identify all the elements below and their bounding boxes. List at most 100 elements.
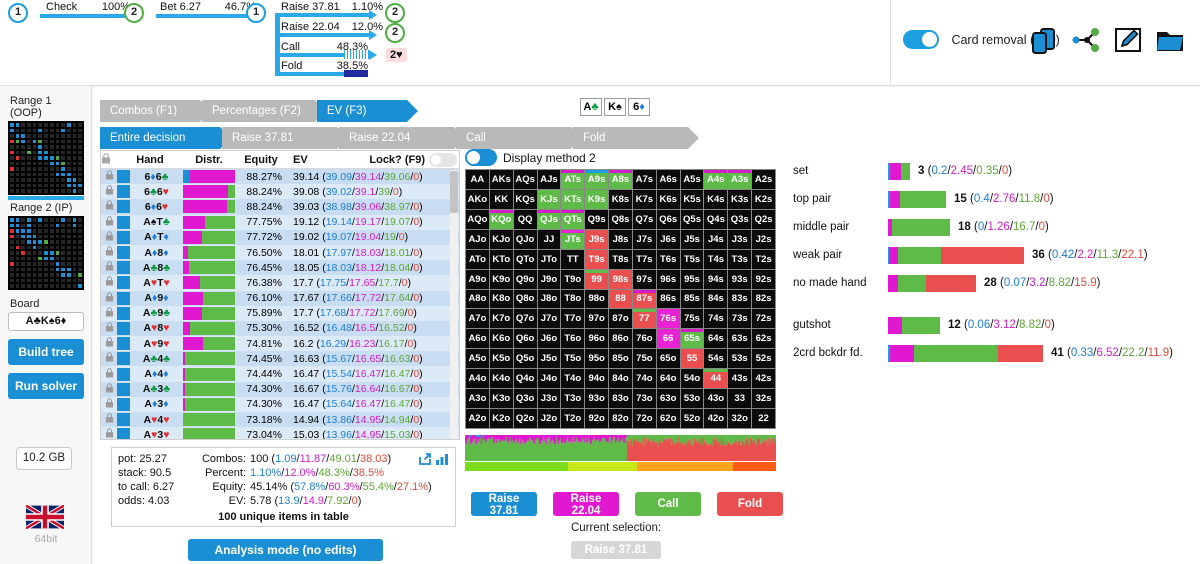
matrix-cell[interactable]: Q3o: [513, 389, 537, 409]
range2-matrix-preview[interactable]: [8, 216, 84, 290]
matrix-cell[interactable]: J9o: [537, 269, 561, 289]
table-row[interactable]: 6♣6♥ 88.24% 39.08 (39.02/39.1/39/0): [101, 184, 459, 200]
matrix-cell[interactable]: 53s: [728, 349, 752, 369]
row-lock-icon[interactable]: [101, 307, 117, 320]
matrix-cell[interactable]: KTs: [561, 189, 585, 209]
matrix-cell[interactable]: 65s: [680, 329, 704, 349]
tree-node-player1-root[interactable]: 1: [8, 3, 28, 23]
tree-node-player1-decision[interactable]: 1: [246, 3, 266, 23]
matrix-cell[interactable]: J9s: [585, 229, 609, 249]
matrix-cell[interactable]: K4s: [704, 189, 728, 209]
matrix-cell[interactable]: 85o: [609, 349, 632, 369]
table-row[interactable]: A♦T♦ 77.72% 19.02 (19.07/19.04/19/0): [101, 229, 459, 245]
matrix-cell[interactable]: 75s: [680, 309, 704, 329]
matrix-cell[interactable]: 52o: [680, 409, 704, 428]
matrix-cell[interactable]: KK: [489, 189, 513, 209]
matrix-cell[interactable]: T9o: [561, 269, 585, 289]
tree-edge-bet-label[interactable]: Bet 6.27: [160, 1, 201, 13]
matrix-cell[interactable]: J2s: [752, 229, 775, 249]
matrix-cell[interactable]: 93s: [728, 269, 752, 289]
matrix-cell[interactable]: 98s: [609, 269, 632, 289]
matrix-cell[interactable]: 95s: [680, 269, 704, 289]
table-row[interactable]: A♥4♥ 73.18% 14.94 (13.86/14.95/14.94/0): [101, 412, 459, 428]
matrix-cell[interactable]: 97s: [632, 269, 656, 289]
matrix-cell[interactable]: 97o: [585, 309, 609, 329]
matrix-cell[interactable]: K7o: [489, 309, 513, 329]
row-lock-icon[interactable]: [101, 215, 117, 229]
matrix-cell[interactable]: 73o: [632, 389, 656, 409]
tree-branch-call-label[interactable]: Call: [281, 41, 300, 53]
matrix-cell[interactable]: A8s: [609, 170, 632, 189]
matrix-cell[interactable]: 83s: [728, 289, 752, 309]
row-lock-icon[interactable]: [101, 413, 117, 426]
matrix-cell[interactable]: A5s: [680, 170, 704, 189]
card-removal-toggle[interactable]: [903, 30, 939, 49]
tab-secondary-3[interactable]: Call: [456, 127, 582, 149]
matrix-cell[interactable]: T8o: [561, 289, 585, 309]
matrix-cell[interactable]: T6s: [656, 249, 680, 269]
table-row[interactable]: A♣4♣ 74.45% 16.63 (15.67/16.65/16.63/0): [101, 351, 459, 367]
table-row[interactable]: A♦3♦ 74.30% 16.47 (15.64/16.47/16.47/0): [101, 396, 459, 412]
matrix-cell[interactable]: J3o: [537, 389, 561, 409]
matrix-cell[interactable]: 74o: [632, 369, 656, 389]
matrix-cell[interactable]: T2s: [752, 249, 775, 269]
matrix-cell[interactable]: 88: [609, 289, 632, 309]
matrix-cell[interactable]: 96s: [656, 269, 680, 289]
matrix-cell[interactable]: K9s: [585, 189, 609, 209]
display-method-toggle[interactable]: [465, 149, 497, 166]
matrix-cell[interactable]: K5s: [680, 189, 704, 209]
matrix-cell[interactable]: 95o: [585, 349, 609, 369]
row-lock-icon[interactable]: [101, 352, 117, 365]
hand-table-scrollbar-thumb[interactable]: [450, 171, 458, 213]
matrix-cell[interactable]: Q7s: [632, 209, 656, 229]
export-icon[interactable]: [418, 452, 432, 469]
matrix-cell[interactable]: K5o: [489, 349, 513, 369]
matrix-cell[interactable]: 92s: [752, 269, 775, 289]
equity-column-header[interactable]: Equity: [235, 154, 287, 166]
table-row[interactable]: A♦8♦ 76.50% 18.01 (17.97/18.03/18.01/0): [101, 244, 459, 261]
action-button-fold[interactable]: Fold: [717, 492, 783, 516]
matrix-cell[interactable]: 32s: [752, 389, 775, 409]
matrix-cell[interactable]: AKo: [466, 189, 489, 209]
row-lock-icon[interactable]: [101, 291, 117, 305]
open-folder-icon[interactable]: [1154, 24, 1186, 56]
matrix-cell[interactable]: K4o: [489, 369, 513, 389]
matrix-cell[interactable]: 76s: [656, 309, 680, 329]
matrix-cell[interactable]: KQo: [489, 209, 513, 229]
matrix-cell[interactable]: T4s: [704, 249, 728, 269]
tree-graph-icon[interactable]: [1070, 24, 1102, 56]
matrix-cell[interactable]: K2o: [489, 409, 513, 428]
tree-node-player2-a[interactable]: 2: [124, 3, 144, 23]
row-lock-icon[interactable]: [101, 170, 117, 183]
matrix-cell[interactable]: JJ: [537, 229, 561, 249]
matrix-cell[interactable]: 82s: [752, 289, 775, 309]
matrix-cell[interactable]: K8o: [489, 289, 513, 309]
matrix-cell[interactable]: ATo: [466, 249, 489, 269]
table-row[interactable]: A♥3♥ 73.04% 15.03 (13.96/14.95/15.03/0): [101, 427, 459, 439]
lock-toggle[interactable]: [429, 152, 457, 167]
matrix-cell[interactable]: Q7o: [513, 309, 537, 329]
hand-column-header[interactable]: Hand: [117, 154, 183, 166]
matrix-cell[interactable]: J4s: [704, 229, 728, 249]
display-method-toggle-group[interactable]: Display method 2: [465, 149, 596, 166]
row-lock-icon[interactable]: [101, 337, 117, 350]
matrix-cell[interactable]: A6s: [656, 170, 680, 189]
action-button-raise-37-81[interactable]: Raise 37.81: [471, 492, 537, 517]
matrix-cell[interactable]: J8s: [609, 229, 632, 249]
matrix-cell[interactable]: 42s: [752, 369, 775, 389]
row-lock-icon[interactable]: [101, 322, 117, 335]
tree-branch-raise2204-label[interactable]: Raise 22.04: [281, 21, 340, 33]
matrix-cell[interactable]: Q8o: [513, 289, 537, 309]
matrix-cell[interactable]: 96o: [585, 329, 609, 349]
matrix-cell[interactable]: J6s: [656, 229, 680, 249]
row-lock-icon[interactable]: [101, 428, 117, 439]
matrix-cell[interactable]: K3s: [728, 189, 752, 209]
matrix-cell[interactable]: J7o: [537, 309, 561, 329]
action-button-raise-22-04[interactable]: Raise 22.04: [553, 492, 619, 517]
tab-secondary-0[interactable]: Entire decision: [100, 127, 231, 149]
matrix-cell[interactable]: Q3s: [728, 209, 752, 229]
matrix-cell[interactable]: T6o: [561, 329, 585, 349]
matrix-cell[interactable]: 86s: [656, 289, 680, 309]
lock-toggle-group[interactable]: Lock? (F9): [364, 152, 459, 167]
matrix-cell[interactable]: K6o: [489, 329, 513, 349]
